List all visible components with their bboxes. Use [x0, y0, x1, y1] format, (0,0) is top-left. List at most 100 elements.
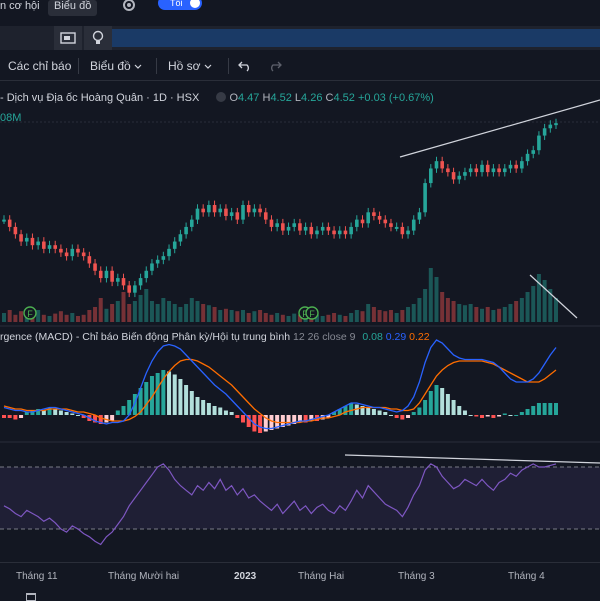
- candle-body: [485, 164, 490, 173]
- candle-body: [224, 208, 228, 216]
- x-tick: Tháng Mười hai: [108, 571, 180, 582]
- candle-body: [121, 278, 126, 286]
- candle-body: [366, 212, 371, 224]
- candle-body: [189, 219, 194, 227]
- candle-body: [400, 226, 405, 235]
- candle-body: [7, 219, 12, 227]
- rsi-band: [0, 467, 600, 529]
- open-value: 4.47: [238, 92, 260, 104]
- volume-bar: [223, 308, 228, 322]
- volume-bar: [127, 304, 132, 322]
- candle-body: [178, 234, 183, 242]
- candle-body: [281, 223, 285, 231]
- volume-bar: [161, 298, 166, 322]
- time-axis[interactable]: Tháng 11 Tháng Mười hai 2023 Tháng Hai T…: [0, 562, 600, 601]
- volume-bar: [406, 307, 411, 322]
- volume-bar: [155, 304, 160, 322]
- x-tick: Tháng 11: [16, 571, 58, 582]
- macd-histogram-bar: [411, 412, 416, 415]
- high-value: 4.52: [270, 92, 292, 104]
- macd-histogram-bar: [206, 403, 211, 415]
- candle-body: [53, 245, 58, 249]
- candle-body: [161, 256, 166, 260]
- candle-body: [514, 164, 518, 169]
- macd-histogram-bar: [536, 403, 541, 415]
- volume-bar: [235, 311, 240, 322]
- volume-bar: [189, 298, 194, 322]
- volume-bar: [531, 286, 536, 322]
- candle-body: [258, 208, 262, 213]
- candle-body: [423, 183, 427, 213]
- volume-bar: [13, 314, 18, 322]
- macd-histogram-bar: [115, 410, 120, 415]
- volume-bar: [172, 304, 177, 322]
- symbol-legend: - Dịch vụ Địa ốc Hoàng Quân · 1D · HSX O…: [0, 92, 434, 104]
- volume-bar: [75, 316, 80, 322]
- symbol-title: - Dịch vụ Địa ốc Hoàng Quân · 1D · HSX: [0, 92, 200, 104]
- volume-bar: [474, 307, 479, 322]
- volume-bar: [434, 277, 439, 322]
- volume-bar: [388, 310, 393, 322]
- volume-bar: [104, 308, 109, 322]
- volume-bar: [178, 307, 183, 322]
- volume-bar: [70, 313, 75, 322]
- volume-bar: [81, 314, 86, 322]
- macd-histogram-bar: [75, 415, 80, 416]
- minus-icon[interactable]: [216, 92, 227, 102]
- candle-body: [116, 278, 120, 282]
- volume-bar: [349, 313, 354, 322]
- trendline-drawing: [344, 454, 600, 464]
- volume-bar: [53, 313, 58, 322]
- volume-bar: [480, 308, 485, 322]
- candle-body: [389, 223, 393, 227]
- x-tick: 2023: [234, 571, 257, 582]
- macd-histogram-bar: [542, 403, 547, 415]
- volume-bar: [371, 307, 376, 322]
- volume-bar: [354, 310, 359, 322]
- volume-bar: [502, 307, 507, 322]
- macd-histogram-bar: [548, 403, 553, 415]
- macd-histogram-bar: [7, 415, 12, 418]
- volume-bar: [229, 310, 234, 322]
- volume-bar: [41, 314, 46, 322]
- macd-histogram-bar: [195, 397, 200, 415]
- volume-bar: [149, 301, 154, 322]
- macd-histogram-bar: [423, 400, 428, 415]
- volume-bar: [360, 311, 365, 322]
- candle-body: [150, 263, 154, 271]
- candle-body: [480, 164, 484, 173]
- candle-body: [554, 123, 558, 126]
- macd-title: rgence (MACD) - Chỉ báo Biến động Phân k…: [0, 331, 291, 343]
- volume-bar: [491, 310, 496, 322]
- candle-body: [406, 230, 410, 235]
- candle-body: [502, 168, 507, 173]
- candle-body: [298, 223, 302, 231]
- volume-bar: [212, 307, 217, 322]
- volume-bar: [514, 301, 519, 322]
- candle-body: [252, 208, 257, 213]
- candle-body: [110, 270, 114, 282]
- candle-body: [87, 256, 92, 264]
- chart-canvas[interactable]: FFF: [0, 0, 600, 600]
- candle-body: [184, 226, 188, 235]
- candle-body: [36, 241, 40, 246]
- candle-body: [446, 168, 450, 173]
- candle-body: [207, 205, 211, 213]
- volume-bar: [343, 316, 348, 322]
- candle-body: [468, 168, 473, 173]
- earnings-marker-label: F: [27, 309, 33, 319]
- volume-bar: [394, 313, 399, 322]
- volume-bar: [286, 316, 291, 322]
- volume-bar: [383, 311, 388, 322]
- macd-histogram-bar: [525, 409, 530, 415]
- candle-body: [497, 168, 501, 173]
- macd-histogram-bar: [554, 403, 558, 415]
- volume-bar: [206, 305, 211, 322]
- candle-body: [315, 230, 319, 235]
- volume-bar: [58, 311, 63, 322]
- macd-histogram-bar: [258, 415, 263, 433]
- macd-histogram-bar: [178, 379, 183, 415]
- volume-bar: [47, 316, 52, 322]
- open-label: O: [229, 92, 238, 104]
- volume-bar: [366, 304, 371, 322]
